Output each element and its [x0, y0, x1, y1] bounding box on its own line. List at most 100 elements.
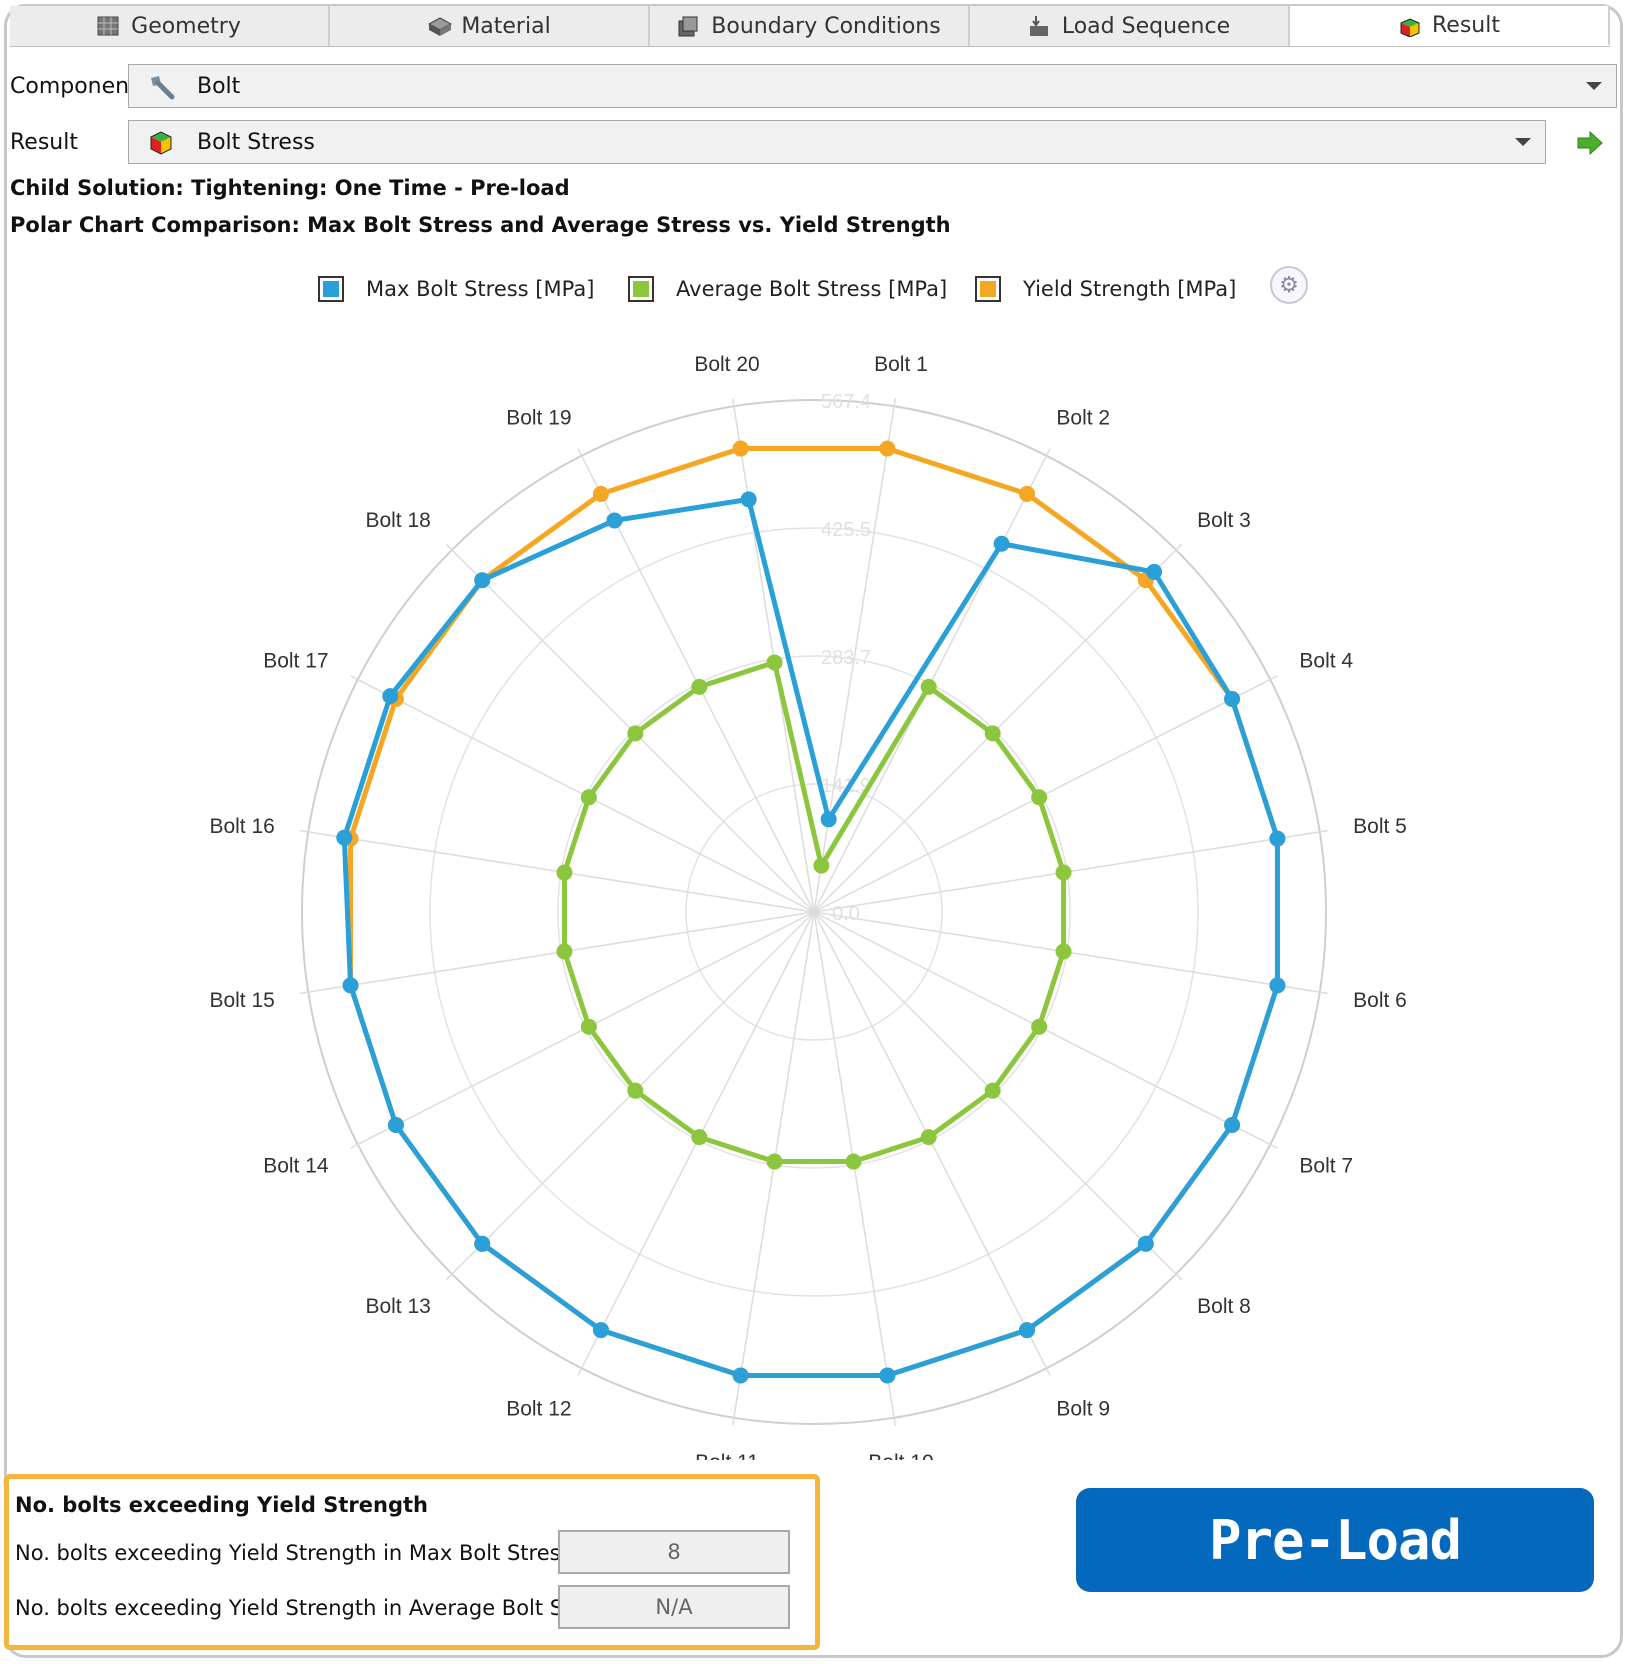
data-point: [984, 725, 1001, 742]
data-point: [1146, 563, 1163, 580]
chart-legend: Max Bolt Stress [MPa] Average Bolt Stres…: [0, 272, 1629, 312]
data-point: [1055, 864, 1072, 881]
radial-tick-label: 567.4: [821, 391, 871, 413]
component-label: Component: [10, 74, 138, 99]
chevron-down-icon: [1586, 82, 1602, 90]
data-point: [474, 572, 491, 589]
data-point: [1269, 830, 1286, 847]
category-label: Bolt 9: [1056, 1397, 1110, 1420]
category-label: Bolt 8: [1197, 1295, 1251, 1318]
chart-title: Polar Chart Comparison: Max Bolt Stress …: [10, 213, 951, 237]
data-point: [920, 678, 937, 695]
summary-avg-label: No. bolts exceeding Yield Strength in Av…: [15, 1596, 615, 1620]
data-point: [732, 1367, 749, 1384]
summary-avg-value: N/A: [558, 1585, 790, 1629]
tab-label: Load Sequence: [1061, 13, 1231, 39]
data-point: [627, 725, 644, 742]
data-point: [691, 678, 708, 695]
category-label: Bolt 19: [506, 407, 571, 430]
tab-material[interactable]: Material: [330, 6, 650, 46]
data-point: [1269, 977, 1286, 994]
data-point: [1019, 1322, 1036, 1339]
summary-title: No. bolts exceeding Yield Strength: [15, 1493, 428, 1517]
data-point: [580, 1018, 597, 1035]
legend-swatch: [975, 276, 1001, 302]
legend-item-yield[interactable]: Yield Strength [MPa]: [975, 276, 1236, 302]
data-point: [879, 440, 896, 457]
legend-swatch: [628, 276, 654, 302]
data-point: [474, 1235, 491, 1252]
boundary-conditions-icon: [677, 16, 699, 37]
tab-geometry[interactable]: Geometry: [10, 6, 330, 46]
data-point: [606, 512, 623, 529]
tab-label: Geometry: [131, 13, 241, 39]
data-point: [820, 811, 837, 828]
legend-item-max[interactable]: Max Bolt Stress [MPa]: [318, 276, 594, 302]
data-point: [1031, 1018, 1048, 1035]
radial-tick-label: 283.7: [821, 647, 871, 669]
chevron-down-icon: [1515, 138, 1531, 146]
category-label: Bolt 3: [1197, 509, 1251, 532]
data-point: [387, 1117, 404, 1134]
data-point: [984, 1082, 1001, 1099]
data-point: [1019, 485, 1036, 502]
data-point: [845, 1153, 862, 1170]
data-point: [556, 864, 573, 881]
component-value: Bolt: [197, 73, 241, 99]
data-point: [580, 789, 597, 806]
data-point: [766, 654, 783, 671]
load-sequence-icon: [1028, 16, 1050, 36]
component-select[interactable]: Bolt: [128, 64, 1617, 108]
data-point: [592, 1322, 609, 1339]
data-point: [691, 1129, 708, 1146]
result-cube-icon: [147, 128, 175, 156]
category-label: Bolt 12: [506, 1397, 571, 1420]
category-label: Bolt 16: [209, 815, 274, 838]
tab-label: Material: [461, 13, 551, 39]
tab-load-sequence[interactable]: Load Sequence: [970, 6, 1290, 46]
data-point: [1224, 690, 1241, 707]
data-point: [1031, 789, 1048, 806]
category-label: Bolt 1: [874, 353, 928, 376]
category-label: Bolt 15: [209, 989, 274, 1012]
arrow-right-icon[interactable]: [1576, 130, 1604, 156]
result-label: Result: [10, 130, 78, 155]
data-point: [1137, 1235, 1154, 1252]
data-point: [556, 943, 573, 960]
radial-tick-label: 425.5: [821, 519, 871, 541]
summary-max-value: 8: [558, 1530, 790, 1574]
yield-summary-panel: No. bolts exceeding Yield Strength No. b…: [4, 1474, 820, 1650]
data-point: [336, 829, 353, 846]
category-label: Bolt 7: [1299, 1154, 1353, 1177]
tab-bar: Geometry Material Boundary Conditions Lo…: [10, 6, 1610, 47]
category-label: Bolt 20: [694, 353, 759, 376]
material-icon: [427, 16, 453, 36]
category-label: Bolt 17: [263, 650, 328, 673]
data-point: [879, 1367, 896, 1384]
category-label: Bolt 11: [695, 1451, 759, 1460]
category-label: Bolt 13: [365, 1295, 430, 1318]
data-point: [592, 485, 609, 502]
data-point: [766, 1153, 783, 1170]
category-label: Bolt 14: [263, 1154, 329, 1177]
data-point: [1224, 1117, 1241, 1134]
summary-max-label: No. bolts exceeding Yield Strength in Ma…: [15, 1541, 572, 1565]
result-cube-icon: [1398, 15, 1420, 38]
tab-label: Result: [1432, 12, 1500, 38]
child-solution-text: Child Solution: Tightening: One Time - P…: [10, 176, 570, 200]
data-point: [993, 535, 1010, 552]
pre-load-button[interactable]: Pre-Load: [1076, 1488, 1594, 1592]
data-point: [382, 688, 399, 705]
tab-boundary-conditions[interactable]: Boundary Conditions: [650, 6, 970, 46]
category-label: Bolt 6: [1353, 989, 1407, 1012]
gear-icon[interactable]: ⚙: [1270, 266, 1308, 304]
tab-result[interactable]: Result: [1290, 6, 1610, 46]
result-select[interactable]: Bolt Stress: [128, 120, 1546, 164]
legend-item-average[interactable]: Average Bolt Stress [MPa]: [628, 276, 947, 302]
legend-label: Yield Strength [MPa]: [1023, 277, 1237, 301]
tab-label: Boundary Conditions: [711, 13, 941, 39]
data-point: [813, 857, 830, 874]
data-point: [342, 977, 359, 994]
bolt-wrench-icon: [147, 72, 175, 100]
polar-chart: 0.0141.9283.7425.5567.4Bolt 1Bolt 2Bolt …: [209, 353, 1407, 1460]
